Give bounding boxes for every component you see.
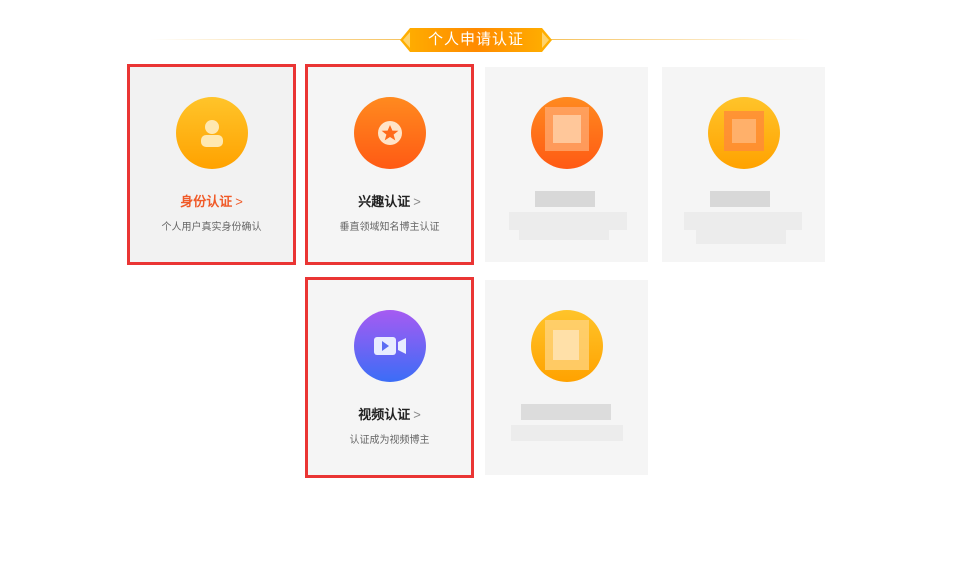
video-auth-card[interactable]: 视频认证 > 认证成为视频博主 [305, 277, 474, 478]
star-icon [353, 97, 426, 169]
video-auth-desc: 认证成为视频博主 [349, 435, 430, 446]
user-icon [175, 97, 248, 169]
video-camera-icon [353, 310, 426, 382]
chevron-right-icon: > [413, 407, 421, 422]
obscured-icon [530, 97, 603, 169]
interest-auth-title: 兴趣认证 > [358, 194, 421, 209]
obscured-auth-card-2[interactable] [662, 67, 825, 262]
obscured-icon [707, 97, 780, 169]
obscured-auth-card-3[interactable] [485, 280, 648, 475]
obscured-icon [530, 310, 603, 382]
interest-auth-card[interactable]: 兴趣认证 > 垂直领域知名博主认证 [305, 64, 474, 265]
obscured-title [710, 191, 770, 207]
identity-auth-desc: 个人用户真实身份确认 [161, 222, 262, 233]
header-divider-right [550, 39, 810, 40]
header-divider-left [150, 39, 410, 40]
section-header-badge: 个人申请认证 [400, 28, 552, 52]
obscured-title [535, 191, 595, 207]
obscured-desc [509, 212, 627, 230]
obscured-title [521, 404, 611, 420]
obscured-desc [511, 425, 623, 441]
video-auth-title: 视频认证 > [358, 407, 421, 422]
interest-auth-desc: 垂直领域知名博主认证 [339, 222, 440, 233]
identity-auth-card[interactable]: 身份认证 > 个人用户真实身份确认 [127, 64, 296, 265]
section-title: 个人申请认证 [427, 31, 524, 48]
chevron-right-icon: > [413, 194, 421, 209]
identity-auth-title: 身份认证 > [180, 194, 243, 209]
obscured-desc [684, 212, 802, 230]
obscured-auth-card-1[interactable] [485, 67, 648, 262]
chevron-right-icon: > [235, 194, 243, 209]
